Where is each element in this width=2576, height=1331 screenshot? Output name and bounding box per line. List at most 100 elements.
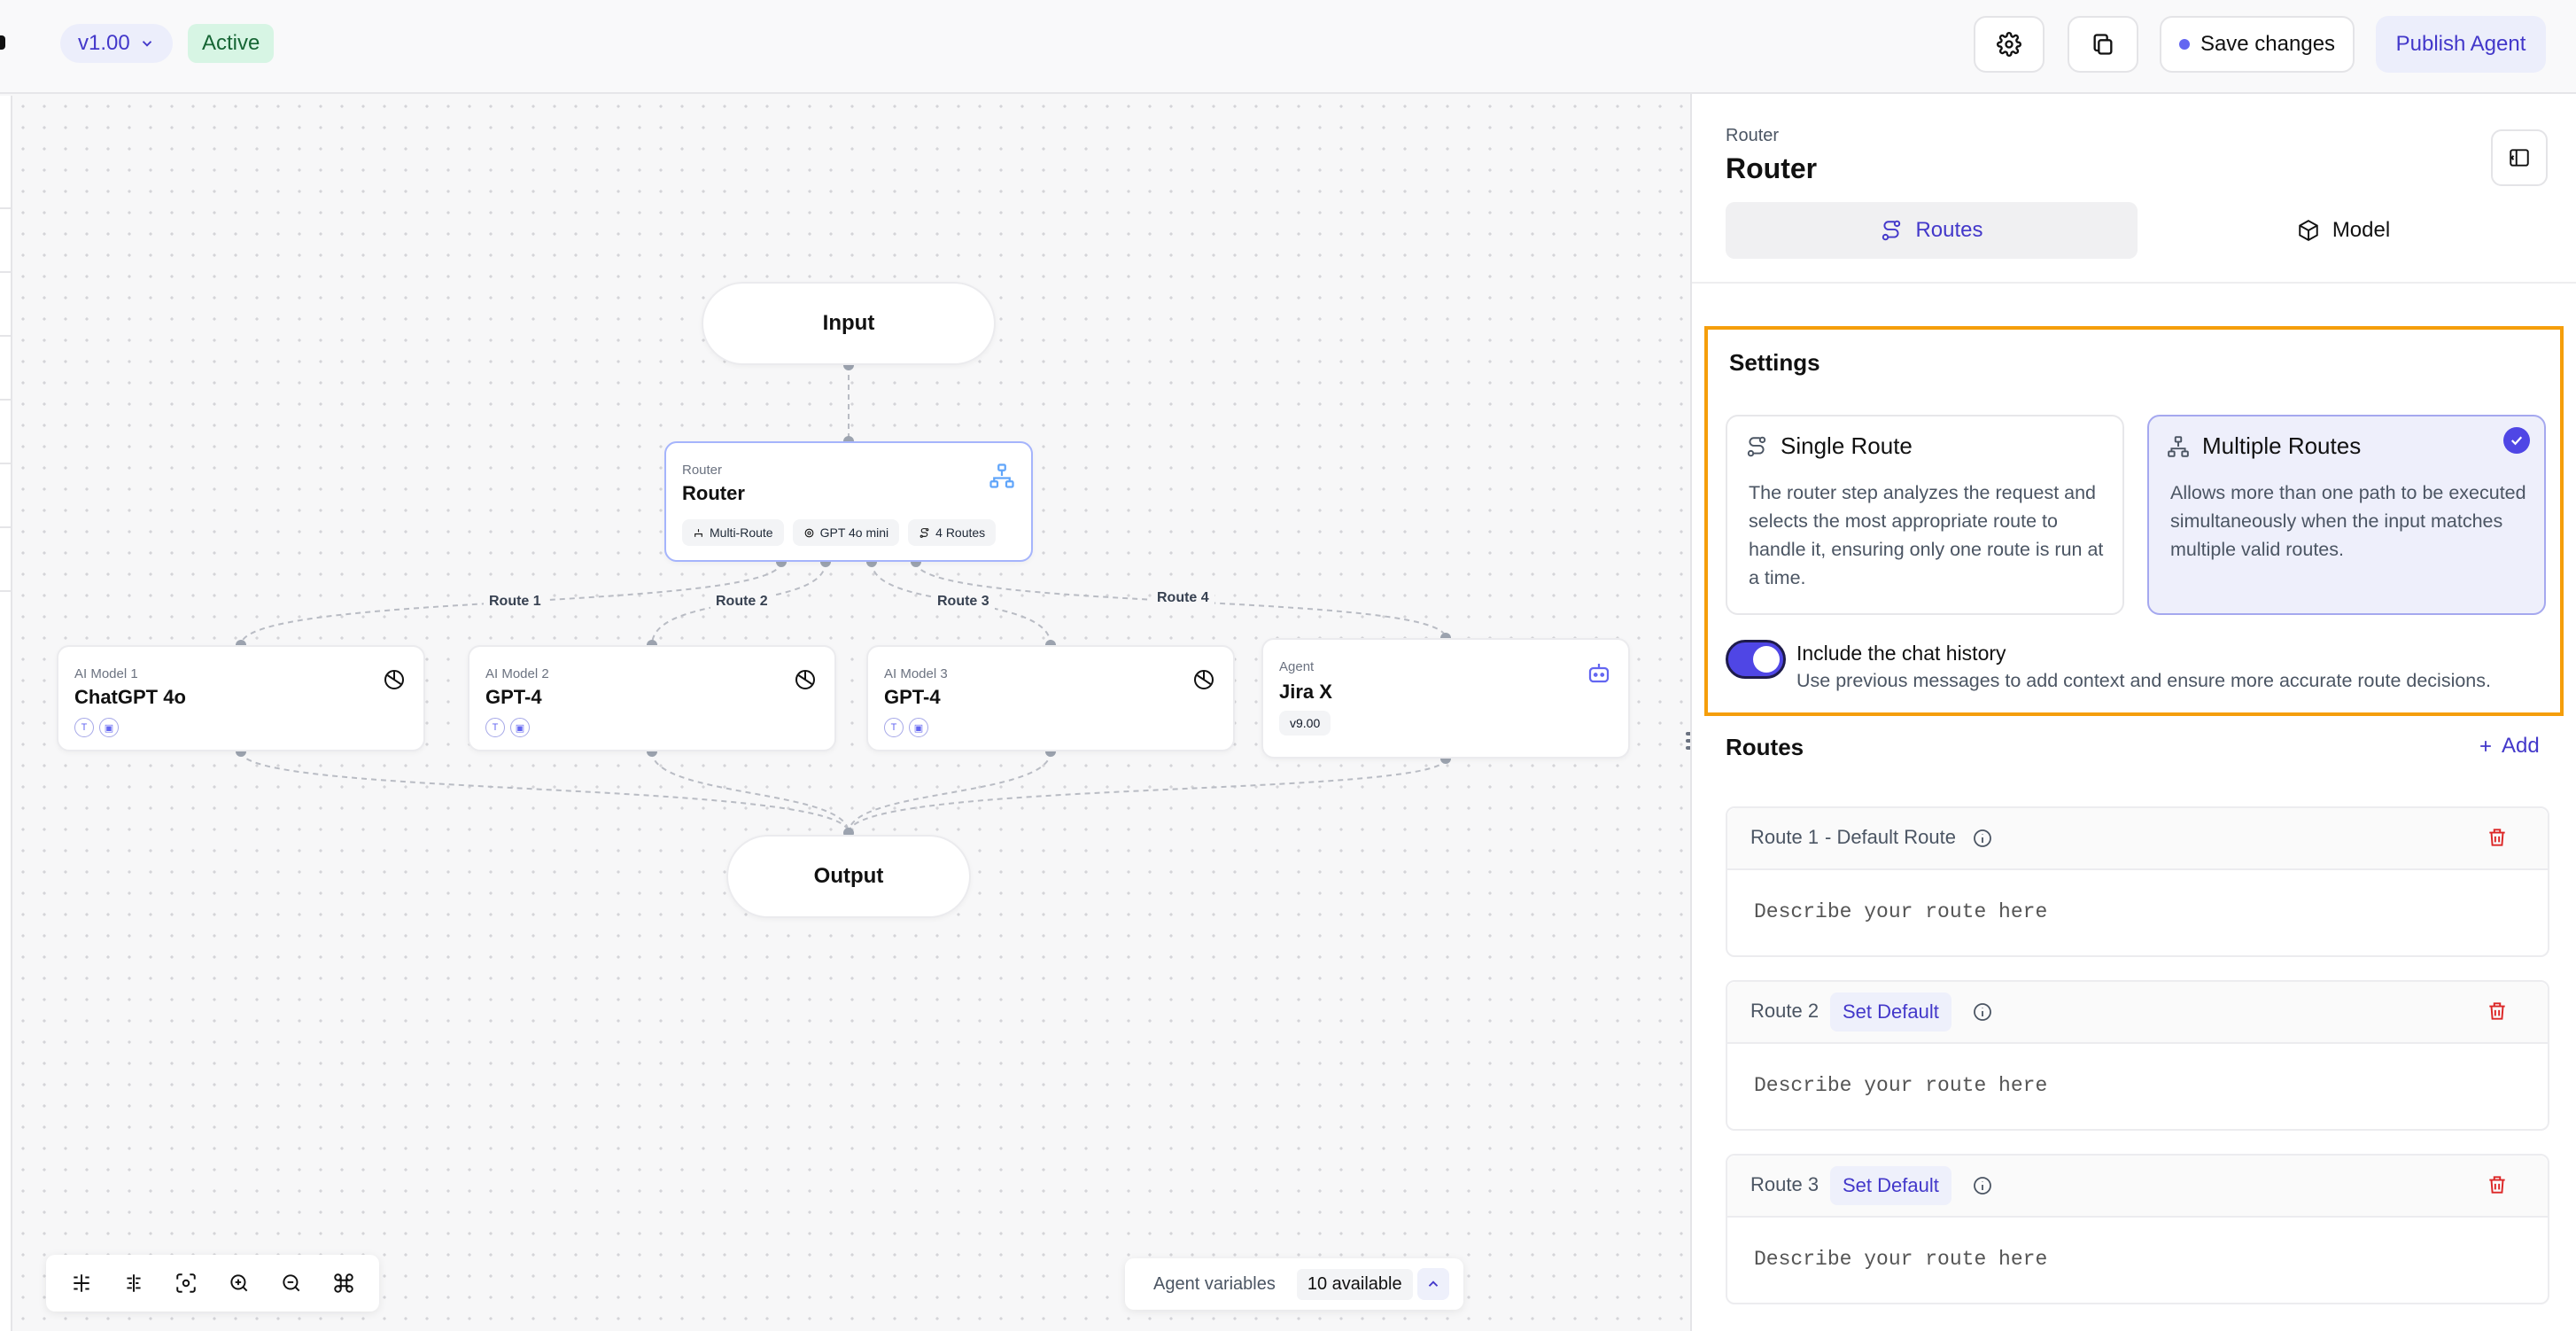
panel-title: Router [1726,152,1818,184]
option-multiple-routes[interactable]: Multiple Routes Allows more than one pat… [2147,415,2546,615]
duplicate-button[interactable] [2068,16,2138,73]
node-capabilities: T ▣ [884,718,928,737]
model-node-1[interactable]: AI Model 1 ChatGPT 4o T ▣ [57,645,425,751]
routes-title: Routes [1726,734,1804,760]
chip-route-count: 4 Routes [908,519,997,546]
settings-button[interactable] [1974,16,2045,73]
info-icon[interactable] [1972,1001,1993,1023]
route-icon [1882,220,1901,241]
image-icon: ▣ [909,718,928,737]
node-title: GPT-4 [884,686,941,708]
route-name: Route 2 [1750,1000,1819,1022]
option-header: Single Route [1745,432,1913,460]
route-header: Route 1 - Default Route [1727,808,2548,870]
set-default-button[interactable]: Set Default [1830,992,1951,1031]
copy-icon [2093,34,2113,55]
output-node[interactable]: Output [726,835,971,918]
trash-icon[interactable] [2486,826,2509,849]
node-capabilities: T ▣ [74,718,119,737]
option-title: Multiple Routes [2202,432,2362,459]
chip-model: GPT 4o mini [792,519,900,546]
trash-icon[interactable] [2486,1173,2509,1196]
set-default-button[interactable]: Set Default [1830,1166,1951,1205]
divider [1692,282,2576,284]
publish-agent-button[interactable]: Publish Agent [2376,16,2546,73]
add-route-button[interactable]: Add [2477,734,2540,759]
chip-multi-route: Multi-Route [682,519,784,546]
add-label: Add [2502,734,2540,758]
tab-routes[interactable]: Routes [1726,202,2138,259]
image-icon: ▣ [99,718,119,737]
option-single-route[interactable]: Single Route The router step analyzes th… [1726,415,2124,615]
route-header: Route 2 Set Default [1727,982,2548,1044]
chevron-up-icon [1428,1280,1439,1287]
panel-tabs: Routes Model [1726,202,2549,259]
fit-view-icon[interactable] [175,1272,198,1295]
sitemap-icon [2168,435,2189,457]
route-description-input[interactable] [1754,900,2516,923]
align-center-icon[interactable] [122,1272,145,1295]
route-name: Route 3 [1750,1173,1819,1195]
model-node-2[interactable]: AI Model 2 GPT-4 T ▣ [468,645,836,751]
save-changes-button[interactable]: Save changes [2160,16,2355,73]
sitemap-icon [694,528,702,537]
gear-icon [1997,32,2021,57]
node-sub: AI Model 3 [884,666,948,681]
route-card-3: Route 3 Set Default [1726,1154,2549,1304]
route-description-input[interactable] [1754,1074,2516,1097]
chat-history-toggle[interactable] [1726,640,1786,679]
node-sub: AI Model 1 [74,666,138,681]
node-sub: AI Model 2 [485,666,549,681]
route-description-input[interactable] [1754,1248,2516,1271]
edge-label-route-3: Route 3 [932,594,995,610]
agent-variables-bar[interactable]: Agent variables 10 available [1125,1258,1463,1310]
info-icon[interactable] [1972,1175,1993,1196]
router-node-title: Router [682,482,745,504]
option-description: Allows more than one path to be executed… [2170,482,2526,560]
zoom-out-icon[interactable] [280,1272,303,1295]
text-icon: T [884,718,904,737]
edge-label-route-2: Route 2 [710,594,773,610]
agent-version-chip: v9.00 [1279,711,1331,736]
tab-model[interactable]: Model [2138,202,2549,259]
input-node[interactable]: Input [702,282,996,365]
canvas-toolbar [46,1255,379,1312]
agent-variables-count: 10 available [1296,1268,1413,1300]
edge-label-route-1: Route 1 [484,594,547,610]
command-icon[interactable] [332,1272,355,1295]
save-label: Save changes [2200,32,2336,56]
option-title: Single Route [1781,432,1913,459]
collapse-panel-button[interactable] [2491,129,2548,186]
route-icon [1747,436,1766,456]
openai-icon [1194,670,1214,689]
openai-icon [384,670,404,689]
default-route-label: - Default Route [1825,826,1956,848]
properties-panel: Router Router Routes Model Settings Sing… [1690,94,2576,1331]
tab-model-label: Model [2332,218,2391,242]
route-name: Route 1 [1750,826,1819,848]
chat-history-description: Use previous messages to add context and… [1796,670,2491,691]
auto-layout-icon[interactable] [70,1272,93,1295]
node-title: Jira X [1279,681,1332,703]
route-icon [919,527,929,538]
text-icon: T [74,718,94,737]
trash-icon[interactable] [2486,1000,2509,1023]
router-chips: Multi-Route GPT 4o mini 4 Routes [682,519,997,546]
info-icon[interactable] [1972,828,1993,849]
expand-variables-button[interactable] [1417,1268,1449,1300]
image-icon: ▣ [510,718,530,737]
router-node-sub: Router [682,463,723,478]
route-card-1: Route 1 - Default Route [1726,806,2549,957]
option-header: Multiple Routes [2167,432,2361,460]
node-sub: Agent [1279,659,1315,674]
zoom-in-icon[interactable] [228,1272,251,1295]
model-node-3[interactable]: AI Model 3 GPT-4 T ▣ [866,645,1235,751]
unsaved-dot [2178,39,2190,50]
agent-node[interactable]: Agent Jira X v9.00 [1261,638,1630,759]
cube-icon [2299,220,2318,241]
router-node[interactable]: Router Router Multi-Route GPT 4o mini 4 … [664,441,1033,562]
option-description: The router step analyzes the request and… [1749,482,2104,588]
tab-routes-label: Routes [1915,218,1983,242]
plus-icon [2480,741,2491,751]
sitemap-icon [989,463,1014,488]
